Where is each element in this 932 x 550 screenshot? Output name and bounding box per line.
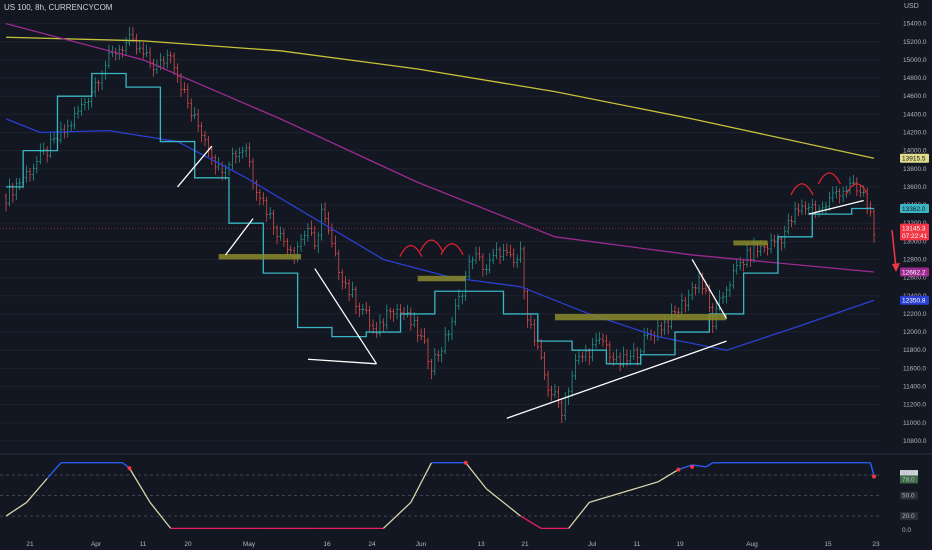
osc-marker: [127, 466, 132, 471]
price-tag-label: 07:22:41: [902, 233, 928, 240]
x-tick-label: Aug: [746, 541, 758, 548]
x-tick-label: 23: [872, 541, 880, 548]
ma-line: [5, 36, 875, 159]
trendline: [808, 199, 864, 215]
price-tag-label: 13362.0: [902, 206, 926, 213]
y-tick-label: 12800.0: [903, 256, 927, 263]
osc-tick-label: 78.0: [902, 476, 915, 483]
osc-segment: [657, 469, 679, 483]
y-tick-label: 11800.0: [903, 347, 926, 354]
osc-segment: [465, 462, 487, 490]
y-tick-label: 14400.0: [903, 111, 927, 118]
x-tick-label: 20: [184, 541, 192, 548]
osc-segment: [410, 462, 432, 503]
x-tick-label: 21: [521, 541, 529, 548]
price-tag-label: 12662.2: [902, 269, 926, 276]
osc-segment: [705, 462, 714, 468]
osc-tick-label: 50.0: [902, 493, 915, 500]
osc-segment: [568, 502, 590, 529]
moving-averages: [5, 22, 875, 365]
price-tag: 13362.0: [900, 203, 929, 213]
osc-segment: [589, 491, 624, 504]
y-tick-label: 12000.0: [903, 329, 927, 336]
osc-marker: [463, 460, 468, 465]
osc-segment: [520, 515, 542, 529]
price-tag-label: 12350.8: [902, 298, 926, 305]
price-tag-label: 13915.5: [902, 156, 926, 163]
osc-segment: [678, 464, 693, 471]
osc-segment: [869, 462, 875, 477]
price-chart[interactable]: 15400.015200.015000.014800.014600.014400…: [0, 0, 932, 550]
x-tick-label: 11: [140, 541, 147, 548]
head-shoulders-arc: [399, 244, 423, 257]
y-axis: 15400.0 15200.0 15000.0 14800.0 14600.0 14400…: [900, 21, 927, 534]
head-shoulders-arc: [790, 183, 814, 196]
x-tick-label: 11: [634, 541, 641, 548]
y-tick-label: 13800.0: [903, 166, 927, 173]
trendline: [225, 218, 254, 256]
y-tick-label: 11400.0: [903, 383, 926, 390]
price-tags: 13915.5 13362.0 13145.307:22:41 12662.2 1235…: [900, 153, 929, 305]
osc-segment: [485, 488, 522, 517]
price-tag: 07:22:41: [900, 231, 929, 241]
x-tick-label: Jun: [416, 541, 427, 548]
trendline: [307, 358, 377, 365]
price-tag: 12662.2: [900, 267, 929, 277]
osc-tick-label: 20.0: [902, 513, 915, 520]
y-tick-label: 15000.0: [903, 57, 927, 64]
price-tag: 12350.8: [900, 295, 929, 305]
osc-marker: [872, 474, 876, 479]
y-tick-label: 12200.0: [903, 311, 927, 318]
osc-marker: [690, 464, 695, 469]
y-tick-label: 15200.0: [903, 39, 927, 46]
head-shoulders-arc: [440, 243, 464, 256]
y-tick-label: 14800.0: [903, 75, 927, 82]
y-tick-label: 14600.0: [903, 93, 927, 100]
oscillator-pane: [0, 460, 880, 530]
x-tick-label: May: [243, 541, 256, 548]
osc-segment: [46, 462, 62, 479]
x-tick-label: Jul: [588, 541, 597, 548]
y-tick-label: 14000.0: [903, 148, 927, 155]
y-tick-label: 11200.0: [903, 402, 926, 409]
x-tick-label: 15: [824, 541, 832, 548]
support-zone: [733, 240, 768, 246]
ma-line: [5, 22, 875, 273]
price-tag: 13145.3: [900, 223, 929, 233]
candles: [4, 26, 876, 424]
ma-line: [5, 118, 875, 351]
osc-segment: [5, 501, 27, 517]
forecast-arrowhead: [892, 263, 900, 272]
y-tick-label: 14200.0: [903, 129, 927, 136]
osc-marker: [676, 467, 681, 472]
x-tick-label: 13: [477, 541, 485, 548]
support-zone: [417, 275, 466, 282]
ma-line: [6, 72, 874, 365]
head-shoulders-arc: [817, 172, 841, 185]
osc-segment: [26, 478, 48, 503]
osc-segment: [128, 467, 151, 503]
grid: [0, 23, 932, 455]
osc-tick-label: 0.0: [902, 527, 911, 534]
y-tick-label: 13600.0: [903, 184, 927, 191]
osc-segment: [623, 481, 659, 493]
y-tick-label: 11600.0: [903, 365, 926, 372]
x-tick-label: 21: [26, 541, 34, 548]
support-zone: [554, 313, 727, 321]
x-tick-label: 24: [368, 541, 376, 548]
x-tick-label: 16: [323, 541, 331, 548]
osc-segment: [149, 502, 172, 529]
x-axis: 21 Apr 11 20 May 16 24 Jun 13 21 Jul 11 19 Aug 15 23: [26, 541, 880, 548]
x-tick-label: 19: [676, 541, 684, 548]
osc-segment: [692, 464, 706, 468]
price-tag: 13915.5: [900, 153, 929, 163]
x-tick-label: Apr: [91, 541, 102, 548]
y-tick-label: 15400.0: [903, 21, 927, 28]
osc-segment: [382, 501, 412, 529]
y-tick-label: 11000.0: [903, 420, 926, 427]
forecast-arrow: [891, 229, 897, 269]
support-zone: [218, 254, 302, 260]
y-tick-label: 10800.0: [903, 438, 927, 445]
